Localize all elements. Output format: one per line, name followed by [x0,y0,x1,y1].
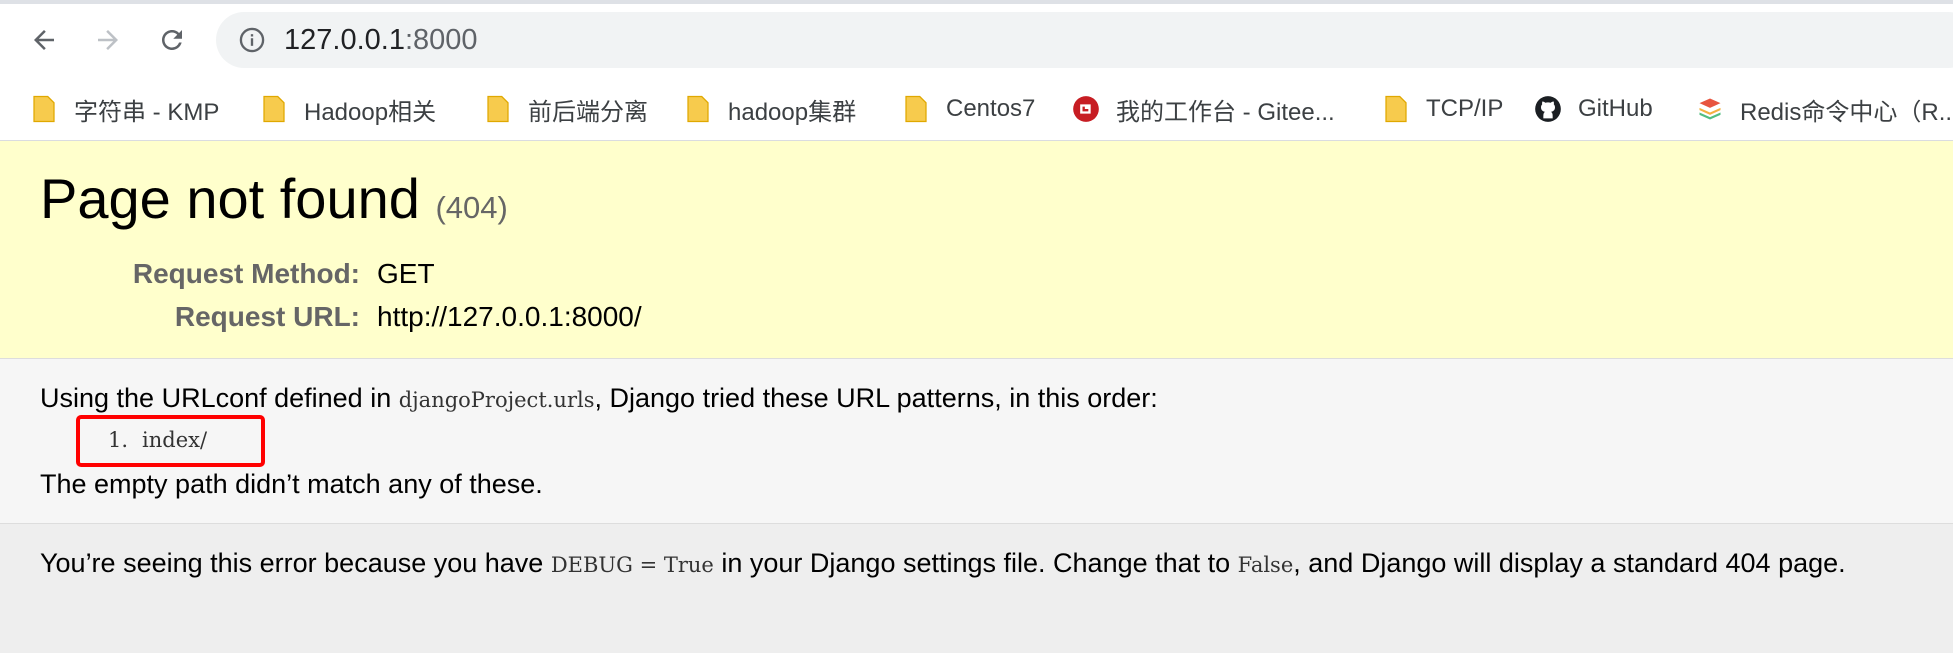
status-code: (404) [435,190,508,225]
url-text[interactable]: 127.0.0.1:8000 [284,24,478,56]
request-method-value: GET [377,258,435,289]
back-button[interactable] [24,20,64,60]
bookmark-item[interactable]: 前后端分离 [484,78,648,140]
address-bar[interactable]: 127.0.0.1:8000 [216,12,1953,68]
bookmark-item[interactable]: TCP/IP [1382,78,1503,140]
urlconf-suffix: , Django tried these URL patterns, in th… [594,383,1158,413]
bookmark-label: Redis命令中心（R... [1740,98,1953,126]
bookmark-label: TCP/IP [1426,95,1504,122]
gitee-icon [1073,96,1099,122]
request-url-label: Request URL: [174,301,360,332]
forward-button[interactable] [88,20,128,60]
false-value: False [1237,553,1294,577]
error-summary: Page not found (404) Request Method: GET… [0,141,1953,359]
bookmark-label: 前后端分离 [528,98,648,126]
bookmark-label: hadoop集群 [728,98,857,126]
redis-icon [1699,98,1721,120]
folder-icon [1385,95,1407,123]
bookmark-item[interactable]: Centos7 [902,78,1035,140]
request-method-label: Request Method: [132,258,360,289]
explanation-part-2: in your Django settings file. Change tha… [713,548,1238,578]
bookmark-item[interactable]: 字符串 - KMP [30,78,219,140]
urlconf-module: djangoProject.urls [398,388,595,412]
no-match-message: The empty path didn’t match any of these… [40,469,543,499]
explanation-part-3: , and Django will display a standard 404… [1293,548,1846,578]
folder-icon [33,95,55,123]
url-host: 127.0.0.1 [284,24,405,56]
github-icon [1535,96,1561,122]
forward-arrow-icon [98,30,118,50]
bookmark-item[interactable]: 我的工作台 - Gitee... [1072,78,1335,140]
folder-icon [487,95,509,123]
explanation-part-1: You’re seeing this error because you hav… [40,548,551,578]
info-icon[interactable] [238,26,266,54]
reload-button[interactable] [152,20,192,60]
debug-setting: DEBUG = True [550,553,714,577]
page-title-text: Page not found [40,167,420,230]
urlconf-prefix: Using the URLconf defined in [40,383,399,413]
bookmark-item[interactable]: Hadoop相关 [260,78,436,140]
debug-explanation: You’re seeing this error because you hav… [0,524,1953,653]
urlconf-description: Using the URLconf defined in djangoProje… [40,381,1158,417]
page-title: Page not found (404) [40,167,508,240]
browser-toolbar: 127.0.0.1:8000 [0,4,1953,78]
back-arrow-icon [34,30,54,50]
bookmark-label: 字符串 - KMP [74,98,220,126]
bookmark-label: Centos7 [946,95,1036,122]
folder-icon [905,95,927,123]
folder-icon [687,95,709,123]
bookmark-label: GitHub [1578,95,1653,122]
red-highlight-box [76,415,265,467]
bookmark-label: 我的工作台 - Gitee... [1116,98,1335,126]
bookmark-item[interactable]: hadoop集群 [684,78,856,140]
bookmark-label: Hadoop相关 [304,98,437,126]
folder-icon [263,95,285,123]
error-info: Using the URLconf defined in djangoProje… [0,359,1953,524]
bookmark-item[interactable]: GitHub [1534,78,1653,140]
debug-explanation-text: You’re seeing this error because you hav… [40,546,1846,582]
url-port: :8000 [404,24,478,56]
request-url-value: http://127.0.0.1:8000/ [377,301,642,332]
reload-icon [162,30,182,50]
bookmarks-bar: 字符串 - KMP Hadoop相关 前后端分离 hadoop集群 Centos… [0,78,1953,141]
bookmark-item[interactable]: Redis命令中心（R... [1696,78,1953,140]
